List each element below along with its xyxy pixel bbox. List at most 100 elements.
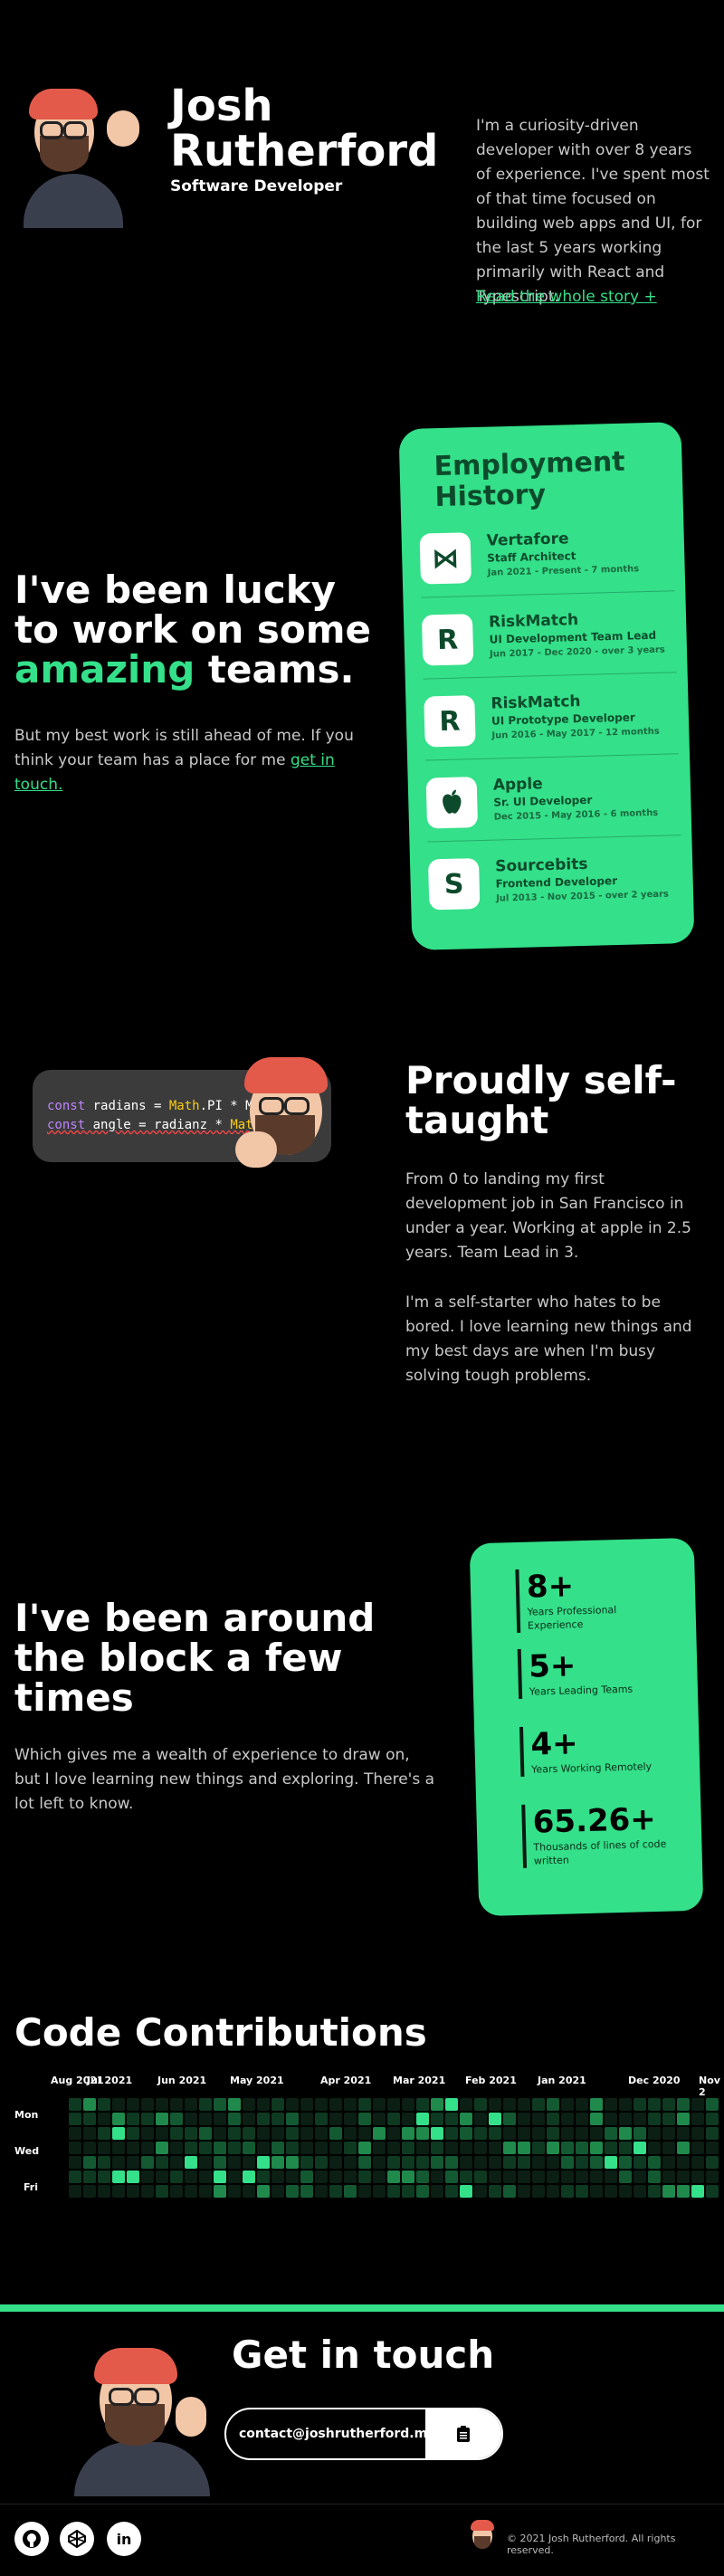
stat-number: 4+ (529, 1725, 579, 1763)
contribution-cell (489, 2142, 501, 2154)
contribution-cell (228, 2156, 241, 2169)
contribution-cell (547, 2171, 559, 2183)
job-company: Vertafore (486, 530, 569, 550)
selftaught-para-1: From 0 to landing my first development j… (405, 1170, 691, 1262)
contribution-cell (300, 2098, 313, 2111)
contribution-cell (141, 2113, 154, 2125)
contribution-cell (677, 2185, 690, 2198)
github-icon[interactable] (14, 2522, 49, 2556)
contribution-cell (518, 2142, 530, 2154)
contribution-cell (387, 2098, 400, 2111)
contribution-cell (156, 2127, 168, 2140)
contribution-cell (460, 2185, 472, 2198)
contribution-cell (344, 2098, 357, 2111)
contribution-cell (170, 2142, 183, 2154)
contribution-cell (619, 2113, 632, 2125)
contribution-cell (518, 2185, 530, 2198)
contribution-cell (662, 2156, 675, 2169)
contribution-cell (185, 2156, 197, 2169)
codepen-icon[interactable] (60, 2522, 94, 2556)
contribution-cell (431, 2142, 443, 2154)
contribution-cell (344, 2142, 357, 2154)
contribution-cell (98, 2142, 110, 2154)
contribution-cell (329, 2156, 342, 2169)
contribution-cell (199, 2185, 212, 2198)
contribution-cell (634, 2127, 646, 2140)
job-dates: Jun 2017 - Dec 2020 - over 3 years (489, 644, 665, 660)
stat-item: 4+ Years Working Remotely (519, 1722, 677, 1777)
contribution-cell (387, 2171, 400, 2183)
contribution-cell (170, 2127, 183, 2140)
employment-title-line2: History (434, 478, 547, 514)
contribution-cell (358, 2098, 371, 2111)
contribution-cell (373, 2098, 386, 2111)
contribution-cell (691, 2185, 704, 2198)
contribution-cell (83, 2156, 96, 2169)
contribution-cell (634, 2156, 646, 2169)
copy-email-button[interactable] (425, 2409, 501, 2458)
stat-label: Years Professional Experience (527, 1604, 617, 1632)
contribution-cell (127, 2098, 139, 2111)
contribution-cell (590, 2171, 603, 2183)
contribution-cell (489, 2098, 501, 2111)
month-label: Feb 2021 (465, 2075, 517, 2086)
riskmatch-logo-icon: R (424, 695, 476, 748)
contribution-cell (474, 2127, 487, 2140)
contribution-cell (416, 2185, 429, 2198)
contribution-cell (576, 2127, 588, 2140)
contribution-cell (648, 2156, 661, 2169)
stat-item: 8+ Years Professional Experience (515, 1565, 673, 1633)
contribution-cell (112, 2142, 125, 2154)
contribution-cell (127, 2127, 139, 2140)
contribution-cell (243, 2142, 255, 2154)
contribution-cell (518, 2127, 530, 2140)
contribution-cell (706, 2127, 719, 2140)
contribution-cell (662, 2142, 675, 2154)
day-label: Wed (14, 2145, 40, 2157)
contribution-cell (387, 2185, 400, 2198)
contribution-cell (199, 2113, 212, 2125)
contribution-cell (677, 2142, 690, 2154)
contribution-cell (706, 2142, 719, 2154)
contribution-cell (69, 2171, 81, 2183)
contact-email[interactable]: contact@joshrutherford.me (239, 2409, 436, 2458)
contribution-cell (590, 2098, 603, 2111)
contribution-cell (272, 2098, 284, 2111)
teams-heading-line1: I've been lucky (14, 568, 337, 612)
linkedin-icon[interactable]: in (107, 2522, 141, 2556)
experience-heading-line1: I've been around (14, 1596, 376, 1640)
contribution-cell (474, 2098, 487, 2111)
contribution-cell (561, 2113, 574, 2125)
teams-highlight: amazing (14, 647, 195, 692)
contribution-cell (532, 2142, 545, 2154)
read-story-link[interactable]: Read the whole story + (476, 288, 657, 306)
contribution-cell (706, 2156, 719, 2169)
contribution-cell (329, 2171, 342, 2183)
job-role: UI Development Team Lead (489, 628, 657, 646)
contribution-cell (619, 2127, 632, 2140)
stat-item: 65.26+ Thousands of lines of code writte… (521, 1800, 679, 1868)
contribution-cell (576, 2156, 588, 2169)
contribution-cell (474, 2185, 487, 2198)
contribution-cell (706, 2113, 719, 2125)
contribution-cell (691, 2142, 704, 2154)
job-dates: Jan 2021 - Present - 7 months (487, 564, 640, 578)
contribution-cell (590, 2142, 603, 2154)
contribution-cell (402, 2142, 414, 2154)
contribution-cell (199, 2142, 212, 2154)
contribution-cell (286, 2142, 299, 2154)
contribution-cell (619, 2156, 632, 2169)
contribution-cell (272, 2185, 284, 2198)
contribution-cell (605, 2156, 617, 2169)
contribution-cell (358, 2127, 371, 2140)
job-role: Staff Architect (487, 549, 576, 565)
contribution-cell (214, 2171, 226, 2183)
contribution-cell (127, 2185, 139, 2198)
contribution-cell (677, 2098, 690, 2111)
contribution-cell (503, 2098, 516, 2111)
contribution-cell (662, 2127, 675, 2140)
contribution-cell (445, 2171, 458, 2183)
contribution-cell (315, 2113, 328, 2125)
hero-first-name: Josh (170, 81, 273, 131)
contribution-cell (402, 2098, 414, 2111)
